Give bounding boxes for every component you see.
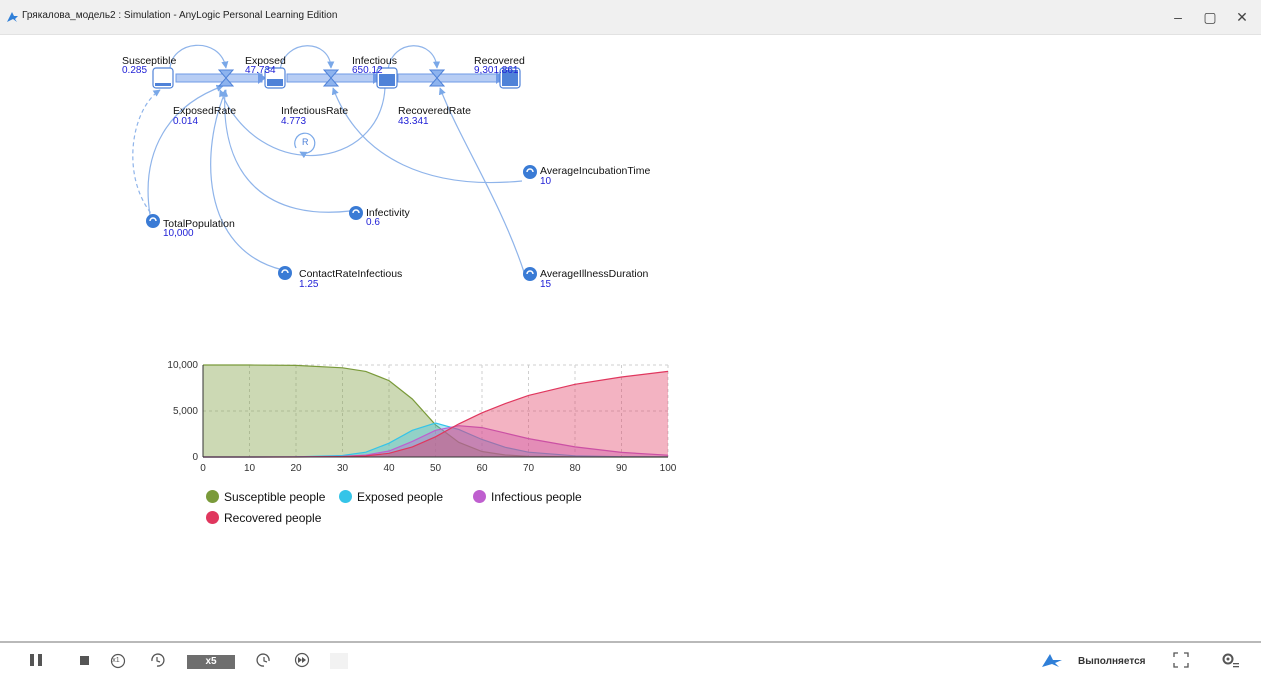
legend-dot-icon <box>206 490 219 503</box>
legend-item-susceptible[interactable]: Susceptible people <box>206 490 325 504</box>
x-tick-label: 20 <box>290 463 302 474</box>
loop-label: R <box>302 137 309 147</box>
legend-dot-icon <box>206 511 219 524</box>
speed-up-icon[interactable] <box>255 651 273 669</box>
population-area-chart: 0 10 20 30 40 50 60 70 80 90 100 0 5,000 10,000 <box>167 360 676 474</box>
y-tick-label: 5,000 <box>173 406 198 417</box>
legend-label: Susceptible people <box>224 490 326 504</box>
parameter-value-contactrateinfectious: 1.25 <box>299 279 319 290</box>
speed-indicator: x5 <box>187 655 235 669</box>
stop-icon[interactable] <box>78 651 92 669</box>
loop-indicator: R <box>294 132 316 159</box>
x-tick-label: 50 <box>430 463 442 474</box>
title-bar: Грякалова_модель2 : Simulation - AnyLogi… <box>0 0 1261 35</box>
step-button[interactable] <box>330 653 348 669</box>
stock-susceptible[interactable] <box>152 67 174 89</box>
parameter-name-averageillnessduration: AverageIllnessDuration <box>540 268 649 280</box>
parameter-contactrateinfectious[interactable]: ContactRateInfectious 1.25 <box>278 266 402 290</box>
legend-item-exposed[interactable]: Exposed people <box>339 490 443 504</box>
flow-value-infectiousrate: 4.773 <box>281 116 306 127</box>
y-tick-label: 0 <box>192 452 198 463</box>
x-tick-label: 30 <box>337 463 349 474</box>
legend-label: Infectious people <box>491 490 582 504</box>
legend-item-recovered[interactable]: Recovered people <box>206 511 321 525</box>
stock-value-infectious: 650.12 <box>352 65 383 76</box>
parameter-averageillnessduration[interactable]: AverageIllnessDuration 15 <box>523 267 649 290</box>
link-totalpop-susceptible <box>132 89 161 219</box>
window-title: Грякалова_модель2 : Simulation - AnyLogi… <box>22 10 338 21</box>
fullscreen-icon[interactable] <box>1172 651 1190 669</box>
anylogic-run-icon <box>1042 654 1062 667</box>
settings-gear-icon[interactable] <box>1220 651 1240 669</box>
legend-label: Exposed people <box>357 490 444 504</box>
close-button[interactable]: ✕ <box>1226 6 1258 28</box>
parameter-value-averageincubationtime: 10 <box>540 176 552 187</box>
parameter-totalpopulation[interactable]: TotalPopulation 10,000 <box>146 214 235 239</box>
link-contactrate-exposedrate <box>210 89 284 271</box>
parameter-value-averageillnessduration: 15 <box>540 279 552 290</box>
parameter-value-totalpopulation: 10,000 <box>163 228 194 239</box>
maximize-button[interactable]: ▢ <box>1194 6 1226 28</box>
simulation-canvas: R Susceptible 0.285 Exposed 47.734 Infec… <box>122 44 677 474</box>
stock-value-susceptible: 0.285 <box>122 65 147 76</box>
parameter-averageincubationtime[interactable]: AverageIncubationTime 10 <box>523 165 650 187</box>
x-tick-label: 80 <box>569 463 581 474</box>
link-susceptible-exposedrate <box>169 44 229 71</box>
x-tick-label: 100 <box>660 463 677 474</box>
x-tick-label: 40 <box>383 463 395 474</box>
parameter-infectivity[interactable]: Infectivity 0.6 <box>349 206 411 228</box>
x1-label: x1 <box>112 657 120 664</box>
flow-value-recoveredrate: 43.341 <box>398 116 429 127</box>
realtime-speed-button[interactable]: x1 <box>108 653 128 671</box>
stock-value-exposed: 47.734 <box>245 65 276 76</box>
pause-icon[interactable] <box>28 651 44 669</box>
fast-forward-icon[interactable] <box>293 651 311 669</box>
y-tick-label: 10,000 <box>167 360 198 371</box>
x-tick-label: 60 <box>476 463 488 474</box>
legend-label: Recovered people <box>224 511 322 525</box>
parameter-name-averageincubationtime: AverageIncubationTime <box>540 165 650 177</box>
anylogic-logo-icon <box>7 12 18 22</box>
x-tick-label: 70 <box>523 463 535 474</box>
parameter-value-infectivity: 0.6 <box>366 217 380 228</box>
x-tick-label: 10 <box>244 463 256 474</box>
flow-value-exposedrate: 0.014 <box>173 116 198 127</box>
slow-down-icon[interactable] <box>148 651 166 669</box>
legend-dot-icon <box>339 490 352 503</box>
legend-dot-icon <box>473 490 486 503</box>
x-tick-label: 90 <box>616 463 628 474</box>
minimize-button[interactable]: – <box>1162 6 1194 28</box>
run-status-label: Выполняется <box>1078 656 1146 667</box>
stock-value-recovered: 9,301.861 <box>474 65 519 76</box>
legend-item-infectious[interactable]: Infectious people <box>473 490 582 504</box>
x-tick-label: 0 <box>200 463 206 474</box>
simulation-control-bar: x1 x5 Выполняется <box>0 641 1261 671</box>
link-exposed-infectiousrate <box>279 45 335 71</box>
link-incubation-infectiousrate <box>331 87 523 184</box>
